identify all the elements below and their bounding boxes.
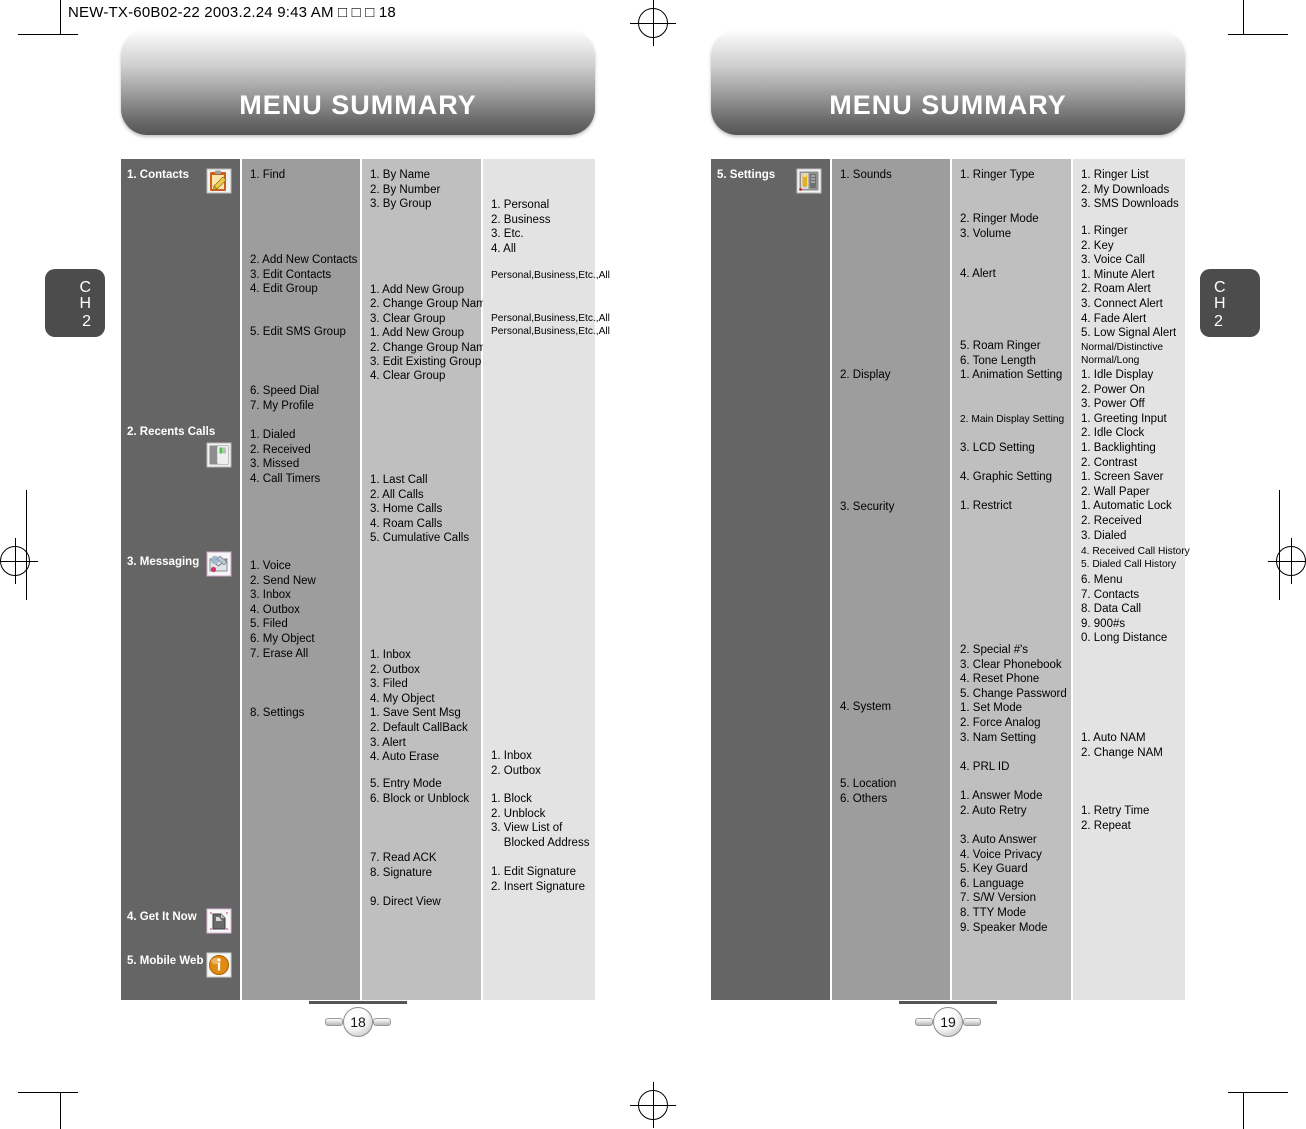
menu-item-contacts[interactable]: 1. Contacts (127, 168, 189, 183)
banner-right: MENU SUMMARY (711, 30, 1185, 135)
submenu-group[interactable]: 1. Sounds (840, 168, 892, 183)
submenu-group[interactable]: 2. Special #'s 3. Clear Phonebook 4. Res… (960, 643, 1067, 745)
submenu-group[interactable]: 5. Location 6. Others (840, 777, 896, 806)
submenu-group[interactable]: 2. Ringer Mode 3. Volume (960, 212, 1039, 241)
menu-table-left: 1. Contacts 2. Recents Calls 3. Messagin… (121, 159, 610, 1000)
mobile-web-info-icon (206, 952, 232, 978)
banner-left: MENU SUMMARY (121, 30, 595, 135)
settings-tools-icon (796, 168, 822, 194)
submenu-group[interactable]: 1. Restrict (960, 499, 1012, 514)
chapter-letter-h: H (79, 295, 91, 312)
submenu-group[interactable]: 1. Inbox 2. Outbox 3. Filed 4. My Object… (370, 648, 468, 765)
menu-item-recents-calls[interactable]: 2. Recents Calls (127, 425, 215, 440)
page-number-left: 18 (309, 1001, 407, 1037)
submenu-group[interactable]: 2. Display (840, 368, 891, 383)
submenu-group[interactable]: 1. Find (250, 168, 285, 183)
submenu-group[interactable]: 1. Retry Time 2. Repeat (1081, 804, 1149, 833)
page-number-right: 19 (899, 1001, 997, 1037)
submenu-group[interactable]: 1. Last Call 2. All Calls 3. Home Calls … (370, 473, 469, 546)
submenu-group[interactable]: 5. Entry Mode 6. Block or Unblock (370, 777, 469, 806)
chapter-tab-right: C H 2 (1200, 269, 1260, 337)
submenu-group[interactable]: 5. Edit SMS Group (250, 325, 346, 340)
menu-column-level1-left: 1. Contacts 2. Recents Calls 3. Messagin… (121, 159, 240, 1000)
page-right: MENU SUMMARY C H 2 5. Settings 1. Sounds… (653, 0, 1306, 1129)
submenu-group[interactable]: 1. Voice 2. Send New 3. Inbox 4. Outbox … (250, 559, 316, 661)
chapter-number: 2 (82, 313, 91, 330)
menu-item-messaging[interactable]: 3. Messaging (127, 555, 199, 570)
submenu-group[interactable]: 3. LCD Setting (960, 441, 1035, 456)
submenu-group[interactable]: 1. Answer Mode 2. Auto Retry (960, 789, 1042, 818)
submenu-group[interactable]: 1. Ringer Type (960, 168, 1035, 183)
submenu-group[interactable]: 1. Personal 2. Business 3. Etc. 4. All (491, 198, 550, 256)
menu-column-level4-right: 1. Ringer List 2. My Downloads 3. SMS Do… (1073, 159, 1190, 1000)
submenu-group[interactable]: 1. Inbox 2. Outbox (491, 749, 541, 778)
submenu-group[interactable]: 8. Settings (250, 706, 304, 721)
get-it-now-icon (206, 908, 232, 934)
menu-item-mobile-web[interactable]: 5. Mobile Web (127, 954, 203, 969)
page-number-rule (309, 1001, 407, 1004)
submenu-group[interactable]: Personal,Business,Etc.,All (491, 269, 610, 282)
submenu-group[interactable]: Personal,Business,Etc.,All Personal,Busi… (491, 312, 610, 338)
page-number-value: 19 (933, 1007, 963, 1037)
chapter-letter-c: C (79, 279, 91, 296)
menu-item-settings[interactable]: 5. Settings (717, 168, 775, 183)
menu-column-level4-left: 1. Personal 2. Business 3. Etc. 4. All P… (483, 159, 610, 1000)
submenu-group[interactable]: 3. Security (840, 500, 894, 515)
call-log-book-icon (206, 442, 232, 468)
submenu-group[interactable]: 7. Read ACK 8. Signature (370, 851, 436, 880)
submenu-group[interactable]: 4. Graphic Setting (960, 470, 1052, 485)
menu-item-get-it-now[interactable]: 4. Get It Now (127, 910, 197, 925)
submenu-group[interactable]: 1. By Name 2. By Number 3. By Group (370, 168, 440, 212)
chapter-tab-left: C H 2 (45, 269, 105, 337)
menu-column-level2-left: 1. Find 2. Add New Contacts 3. Edit Cont… (242, 159, 360, 1000)
chapter-letter-c: C (1214, 279, 1226, 296)
submenu-group[interactable]: 1. Ringer 2. Key 3. Voice Call 1. Minute… (1081, 224, 1176, 341)
menu-column-level1-right: 5. Settings (711, 159, 830, 1000)
page-number-wing-left (915, 1018, 933, 1026)
submenu-group[interactable]: 4. Alert (960, 267, 996, 282)
submenu-group[interactable]: 3. Auto Answer 4. Voice Privacy 5. Key G… (960, 833, 1048, 935)
clipboard-pencil-icon (206, 168, 232, 194)
submenu-group[interactable]: 4. Received Call History 5. Dialed Call … (1081, 545, 1190, 571)
submenu-group[interactable]: 9. Direct View (370, 895, 441, 910)
submenu-group[interactable]: 1. Add New Group 2. Change Group Name 3.… (370, 283, 492, 384)
submenu-group[interactable]: 1. Idle Display 2. Power On 3. Power Off… (1081, 368, 1172, 543)
submenu-group[interactable]: 1. Block 2. Unblock 3. View List of Bloc… (491, 792, 589, 850)
page-title-left: MENU SUMMARY (239, 90, 477, 120)
submenu-group[interactable]: Normal/Distinctive Normal/Long (1081, 341, 1163, 367)
menu-table-right: 5. Settings 1. Sounds 2. Display 3. Secu… (711, 159, 1190, 1000)
chapter-number: 2 (1214, 313, 1223, 330)
submenu-group[interactable]: 4. PRL ID (960, 760, 1009, 775)
submenu-group[interactable]: 2. Main Display Setting (960, 413, 1064, 426)
submenu-group[interactable]: 1. Dialed 2. Received 3. Missed 4. Call … (250, 428, 320, 486)
page-number-value: 18 (343, 1007, 373, 1037)
submenu-group[interactable]: 6. Speed Dial 7. My Profile (250, 384, 319, 413)
submenu-group[interactable]: 2. Add New Contacts 3. Edit Contacts 4. … (250, 253, 357, 297)
menu-column-level3-left: 1. By Name 2. By Number 3. By Group 1. A… (362, 159, 492, 1000)
page-number-wing-right (963, 1018, 981, 1026)
submenu-group[interactable]: 1. Auto NAM 2. Change NAM (1081, 731, 1163, 760)
page-number-rule (899, 1001, 997, 1004)
submenu-group[interactable]: 1. Edit Signature 2. Insert Signature (491, 865, 585, 894)
message-envelope-icon (206, 551, 232, 577)
menu-column-level2-right: 1. Sounds 2. Display 3. Security 4. Syst… (832, 159, 950, 1000)
submenu-group[interactable]: 6. Menu 7. Contacts 8. Data Call 9. 900#… (1081, 573, 1167, 646)
page-number-wing-left (325, 1018, 343, 1026)
menu-column-level3-right: 1. Ringer Type 2. Ringer Mode 3. Volume … (952, 159, 1071, 1000)
page-number-wing-right (373, 1018, 391, 1026)
submenu-group[interactable]: 1. Ringer List 2. My Downloads 3. SMS Do… (1081, 168, 1179, 212)
page-left: MENU SUMMARY C H 2 1. Contacts 2. Recent… (0, 0, 653, 1129)
chapter-letter-h: H (1214, 295, 1226, 312)
page-title-right: MENU SUMMARY (829, 90, 1067, 120)
submenu-group[interactable]: 5. Roam Ringer 6. Tone Length 1. Animati… (960, 339, 1062, 383)
submenu-group[interactable]: 4. System (840, 700, 891, 715)
